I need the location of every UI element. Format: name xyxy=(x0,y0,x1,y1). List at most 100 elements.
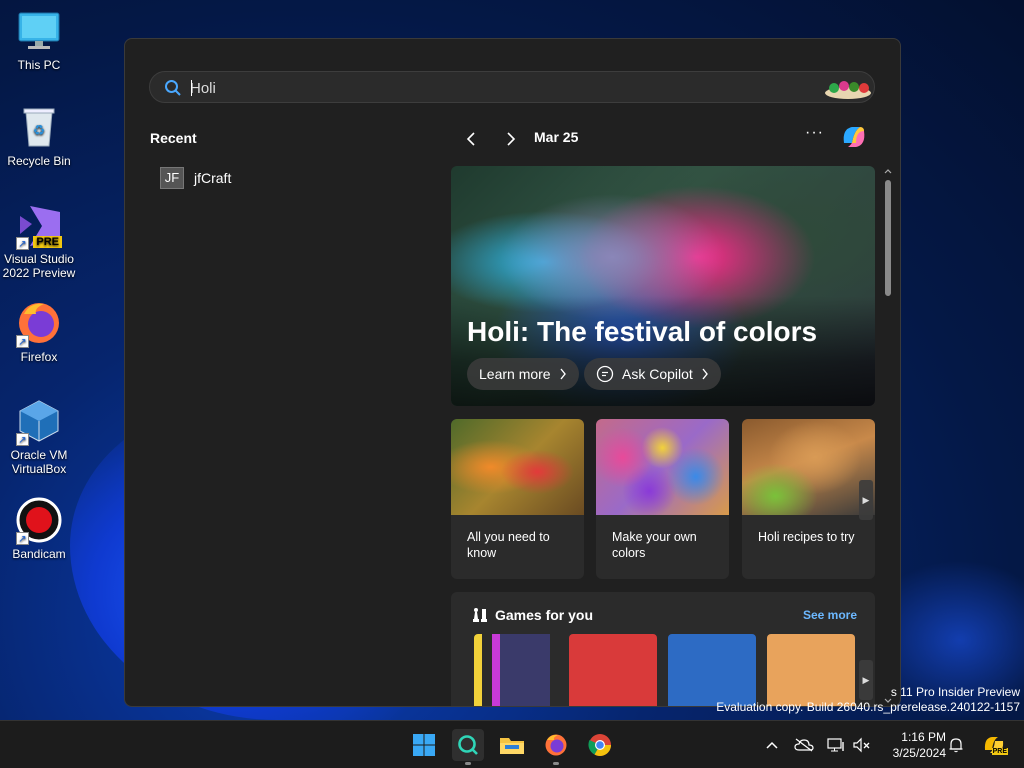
shortcut-arrow-icon: ↗ xyxy=(16,433,29,446)
preview-badge: PRE xyxy=(991,748,1008,755)
card-all-you-need-to-know[interactable]: All you need to know xyxy=(451,419,584,579)
highlight-date: Mar 25 xyxy=(534,129,579,145)
search-input[interactable] xyxy=(190,76,790,100)
play-arrow-icon: ▶ xyxy=(862,674,870,685)
chat-bubble-icon xyxy=(596,365,614,383)
cards-next-button[interactable]: ▶ xyxy=(859,480,873,520)
text-caret xyxy=(191,80,192,96)
start-button[interactable] xyxy=(408,729,440,761)
shortcut-arrow-icon: ↗ xyxy=(16,335,29,348)
visual-studio-icon: PRE ↗ xyxy=(16,202,62,250)
shortcut-arrow-icon: ↗ xyxy=(16,532,29,545)
file-explorer-button[interactable] xyxy=(496,729,528,761)
preview-badge: PRE xyxy=(33,236,62,248)
chrome-icon xyxy=(588,734,611,756)
card-image-holi-dancer xyxy=(451,419,584,515)
card-make-your-own-colors[interactable]: Make your own colors xyxy=(596,419,729,579)
evaluation-watermark: s 11 Pro Insider Preview Evaluation copy… xyxy=(716,685,1020,715)
desktop-icon-label: Recycle Bin xyxy=(7,154,71,168)
search-icon xyxy=(165,80,181,96)
bell-icon xyxy=(949,738,963,753)
ask-copilot-label: Ask Copilot xyxy=(622,366,693,382)
monitor-icon xyxy=(16,8,62,54)
recent-heading: Recent xyxy=(150,130,197,146)
panel-scrollbar[interactable] xyxy=(882,166,894,706)
search-taskbar-button[interactable] xyxy=(452,729,484,765)
recent-item-jfcraft[interactable]: JF jfCraft xyxy=(160,167,231,189)
firefox-icon xyxy=(545,734,567,756)
card-image-colored-hands xyxy=(596,419,729,515)
onedrive-offline-icon[interactable] xyxy=(794,735,814,755)
holi-colors-icon xyxy=(825,81,871,99)
play-arrow-icon: ▶ xyxy=(862,494,870,505)
svg-text:♻: ♻ xyxy=(33,123,46,139)
bandicam-icon: ↗ xyxy=(16,497,62,545)
chevron-right-icon xyxy=(560,368,566,380)
search-icon xyxy=(458,735,478,755)
card-holi-recipes[interactable]: Holi recipes to try xyxy=(742,419,875,579)
chevron-right-icon xyxy=(507,132,516,146)
running-indicator xyxy=(553,762,559,765)
active-indicator xyxy=(465,762,471,765)
desktop-icon-bandicam[interactable]: ↗ Bandicam xyxy=(0,497,78,561)
desktop-icon-label: Visual Studio 2022 Preview xyxy=(2,252,76,280)
watermark-line1: s 11 Pro Insider Preview xyxy=(890,685,1020,699)
games-heading: Games for you xyxy=(495,607,594,623)
previous-button[interactable] xyxy=(451,127,491,151)
game-tile[interactable] xyxy=(474,634,554,706)
firefox-taskbar-button[interactable] xyxy=(540,729,572,765)
watermark-line2: Evaluation copy. Build 26040.rs_prerelea… xyxy=(716,700,1020,714)
recycle-bin-icon: ♻ xyxy=(16,104,62,150)
learn-more-button[interactable]: Learn more xyxy=(467,358,579,390)
windows-logo-icon xyxy=(413,734,435,756)
search-box[interactable] xyxy=(149,71,875,103)
game-tile[interactable] xyxy=(569,634,657,706)
clock-date: 3/25/2024 xyxy=(892,746,946,760)
learn-more-label: Learn more xyxy=(479,366,551,382)
chrome-taskbar-button[interactable] xyxy=(584,729,616,761)
jfcraft-icon: JF xyxy=(160,167,184,189)
chevron-up-icon xyxy=(766,741,778,749)
scroll-thumb[interactable] xyxy=(885,180,891,296)
hero-title: Holi: The festival of colors xyxy=(467,316,818,347)
desktop-icon-label: Firefox xyxy=(20,350,58,364)
card-caption: Holi recipes to try xyxy=(758,530,855,544)
monitor-network-icon xyxy=(827,738,844,752)
chevron-right-icon xyxy=(702,368,708,380)
see-more-link[interactable]: See more xyxy=(803,608,857,622)
desktop-icon-label: Bandicam xyxy=(12,547,66,561)
desktop-icon-label: Oracle VM VirtualBox xyxy=(10,448,68,476)
notifications-button[interactable] xyxy=(946,735,966,755)
ask-copilot-button[interactable]: Ask Copilot xyxy=(584,358,721,390)
desktop-icon-label: This PC xyxy=(17,58,61,72)
chevron-left-icon xyxy=(466,132,475,146)
search-panel: Recent JF jfCraft Mar 25 ··· Holi: The f… xyxy=(124,38,901,707)
recent-item-label: jfCraft xyxy=(194,170,232,186)
card-caption: All you need to know xyxy=(467,530,550,560)
copilot-icon[interactable] xyxy=(838,121,870,153)
show-hidden-icons-button[interactable] xyxy=(762,735,782,755)
desktop-icon-firefox[interactable]: ↗ Firefox xyxy=(0,300,78,364)
taskbar: 1:16 PM 3/25/2024 PRE xyxy=(0,720,1024,768)
clock-time: 1:16 PM xyxy=(901,730,946,744)
next-button[interactable] xyxy=(491,127,531,151)
shortcut-arrow-icon: ↗ xyxy=(16,237,29,250)
scroll-up-icon[interactable] xyxy=(882,166,894,176)
network-icon[interactable] xyxy=(826,735,846,755)
card-image-gujiya xyxy=(742,419,875,515)
desktop-icon-recycle-bin[interactable]: ♻ Recycle Bin xyxy=(0,104,78,168)
system-clock[interactable]: 1:16 PM 3/25/2024 xyxy=(880,729,946,761)
virtualbox-icon: ↗ xyxy=(16,398,62,446)
chess-pieces-icon xyxy=(473,608,487,622)
desktop-icon-visual-studio[interactable]: PRE ↗ Visual Studio 2022 Preview xyxy=(0,202,78,280)
desktop-icon-this-pc[interactable]: This PC xyxy=(0,8,78,72)
desktop-icon-virtualbox[interactable]: ↗ Oracle VM VirtualBox xyxy=(0,398,78,476)
folder-icon xyxy=(500,738,524,754)
cloud-off-icon xyxy=(794,738,814,752)
copilot-taskbar-button[interactable]: PRE xyxy=(980,735,1008,755)
volume-muted-icon[interactable] xyxy=(852,735,872,755)
more-options-button[interactable]: ··· xyxy=(805,124,824,142)
speaker-muted-icon xyxy=(853,737,870,753)
firefox-icon: ↗ xyxy=(16,300,62,348)
hero-card-holi[interactable]: Holi: The festival of colors Learn more … xyxy=(451,166,875,406)
